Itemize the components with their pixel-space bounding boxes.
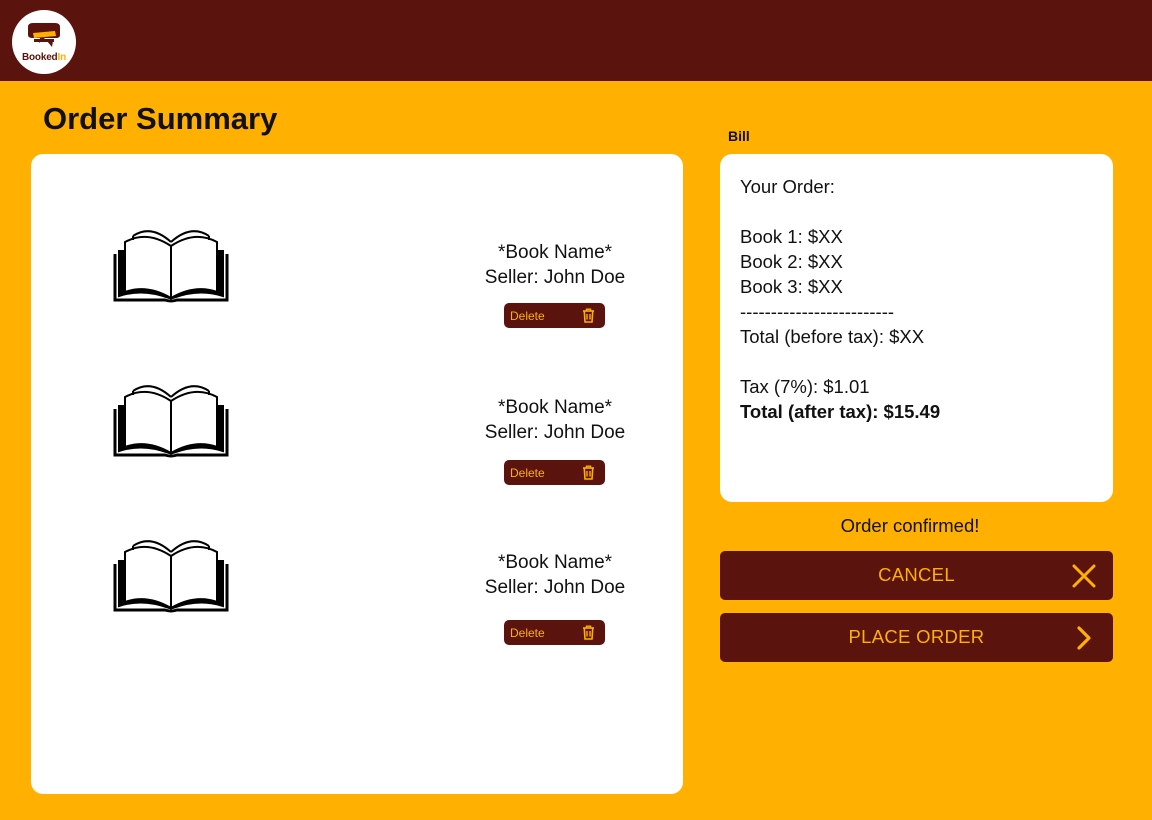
book-seller: Seller: John Doe <box>484 577 626 598</box>
trash-icon <box>583 308 594 323</box>
cart-item: *Book Name* Seller: John Doe Delete <box>31 536 683 656</box>
app-logo[interactable]: BookedIn <box>12 10 76 74</box>
bill-line-item: Book 3: $XX <box>740 276 843 297</box>
bill-line-item: Book 1: $XX <box>740 226 843 247</box>
top-bar: BookedIn <box>0 0 1152 81</box>
place-order-button[interactable]: PLACE ORDER <box>720 613 1113 662</box>
book-name: *Book Name* <box>497 397 613 418</box>
delete-label: Delete <box>510 625 545 640</box>
logo-book-icon <box>28 23 60 47</box>
cart-item: *Book Name* Seller: John Doe Delete <box>31 226 683 346</box>
place-order-label: PLACE ORDER <box>848 626 985 647</box>
delete-button[interactable]: Delete <box>504 303 605 328</box>
delete-button[interactable]: Delete <box>504 460 605 485</box>
bill-panel: Your Order: Book 1: $XX Book 2: $XX Book… <box>720 154 1113 502</box>
book-name: *Book Name* <box>497 552 613 573</box>
page-title: Order Summary <box>43 101 278 136</box>
order-status-message: Order confirmed! <box>840 515 980 536</box>
delete-label: Delete <box>510 465 545 480</box>
open-book-icon <box>113 540 229 613</box>
bill-total-before-tax: Total (before tax): $XX <box>740 326 925 347</box>
chevron-right-icon <box>1077 626 1091 650</box>
trash-icon <box>583 625 594 640</box>
cancel-label: CANCEL <box>878 564 955 585</box>
delete-button[interactable]: Delete <box>504 620 605 645</box>
cart-item: *Book Name* Seller: John Doe Delete <box>31 381 683 501</box>
delete-label: Delete <box>510 308 545 323</box>
close-icon <box>1072 564 1096 588</box>
open-book-icon <box>113 385 229 458</box>
book-name: *Book Name* <box>497 242 613 263</box>
book-seller: Seller: John Doe <box>484 267 626 288</box>
cancel-button[interactable]: CANCEL <box>720 551 1113 600</box>
bill-line-item: Book 2: $XX <box>740 251 843 272</box>
bill-total-after-tax: Total (after tax): $15.49 <box>740 401 941 422</box>
cart-items-panel: *Book Name* Seller: John Doe Delete *Boo… <box>31 154 683 794</box>
book-seller: Seller: John Doe <box>484 422 626 443</box>
trash-icon <box>583 465 594 480</box>
logo-text: BookedIn <box>22 52 66 63</box>
bill-label: Bill <box>728 128 750 144</box>
bill-tax: Tax (7%): $1.01 <box>740 376 870 397</box>
open-book-icon <box>113 230 229 303</box>
bill-heading: Your Order: <box>740 176 835 197</box>
bill-divider: ------------------------- <box>740 301 895 322</box>
